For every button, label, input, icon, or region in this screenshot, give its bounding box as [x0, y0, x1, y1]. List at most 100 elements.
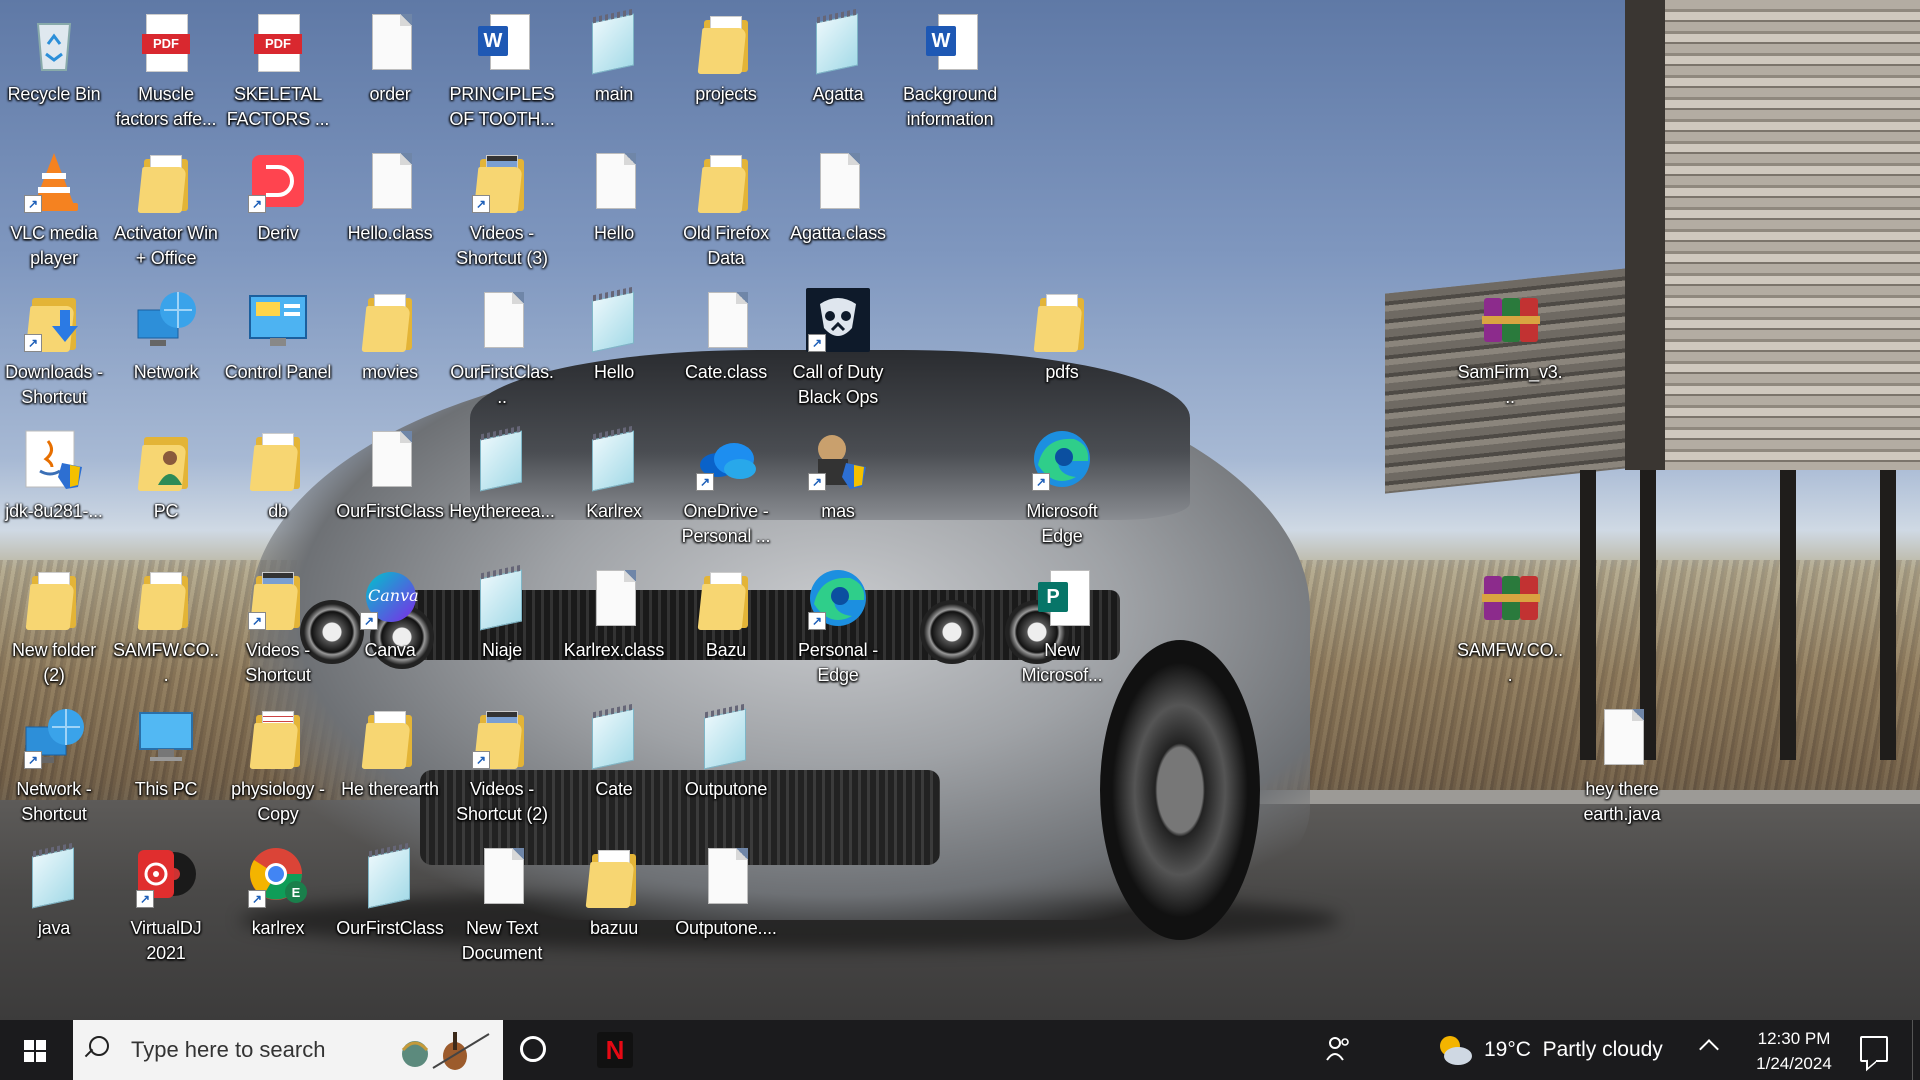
desktop-icon[interactable]: Network [112, 282, 220, 418]
desktop-icon[interactable]: Canva ↗ Canva [336, 560, 444, 696]
video-folder-icon: ↗ [246, 566, 310, 630]
desktop-icon[interactable]: OurFirstClass [336, 838, 444, 974]
notification-center-icon[interactable] [1860, 1036, 1888, 1062]
desktop-icon[interactable]: ↗ mas [784, 421, 892, 557]
desktop-icon[interactable]: Hello [560, 143, 668, 279]
desktop-icon[interactable]: physiology - Copy [224, 699, 332, 835]
notepad-file-icon [694, 705, 758, 770]
desktop-icon[interactable]: Karlrex [560, 421, 668, 557]
desktop-icon[interactable]: PC [112, 421, 220, 557]
desktop-icon[interactable]: ↗ VLC media player [0, 143, 108, 279]
desktop-icon-label: projects [695, 84, 757, 104]
desktop-icon[interactable]: Old Firefox Data [672, 143, 780, 279]
shortcut-arrow-icon: ↗ [24, 195, 42, 213]
folder-icon [246, 427, 310, 491]
desktop-icon[interactable]: W PRINCIPLES OF TOOTH... [448, 4, 556, 140]
desktop-icon[interactable]: New folder (2) [0, 560, 108, 696]
notepad-file-icon [582, 10, 646, 75]
desktop-icon[interactable]: SAMFW.CO... [112, 560, 220, 696]
people-icon[interactable] [1325, 1034, 1351, 1064]
desktop-icon[interactable]: W Background information [896, 4, 1004, 140]
desktop-icon[interactable]: ↗ OneDrive - Personal ... [672, 421, 780, 557]
taskbar-clock[interactable]: 12:30 PM 1/24/2024 [1740, 1026, 1848, 1076]
folder-icon [694, 10, 758, 74]
chevron-up-icon[interactable] [1699, 1039, 1719, 1059]
desktop-icon[interactable]: ↗ Videos - Shortcut [224, 560, 332, 696]
desktop-icon[interactable]: Heythereea... [448, 421, 556, 557]
desktop-icon[interactable]: OurFirstClas... [448, 282, 556, 418]
desktop-icon[interactable]: OurFirstClass [336, 421, 444, 557]
desktop-icon-label: main [594, 84, 634, 104]
desktop-icon-label: Old Firefox Data [683, 223, 769, 268]
desktop-icon-label: hey there earth.java [1583, 779, 1661, 824]
desktop-icon-label: mas [821, 501, 855, 521]
desktop-icon[interactable]: Niaje [448, 560, 556, 696]
desktop-icon[interactable]: Cate [560, 699, 668, 835]
desktop-icon[interactable]: Hello.class [336, 143, 444, 279]
shortcut-arrow-icon: ↗ [360, 612, 378, 630]
desktop-icon[interactable]: This PC [112, 699, 220, 835]
shortcut-arrow-icon: ↗ [24, 334, 42, 352]
weather-readout[interactable]: 19°C Partly cloudy [1484, 1038, 1663, 1062]
desktop-icon[interactable]: db [224, 421, 332, 557]
desktop-icon[interactable]: ↗ Downloads - Shortcut [0, 282, 108, 418]
desktop-icon-label: movies [362, 362, 418, 382]
desktop-icon[interactable]: java [0, 838, 108, 974]
desktop-icon[interactable]: PDF SKELETAL FACTORS ... [224, 4, 332, 140]
desktop-icon[interactable]: Outputone.... [672, 838, 780, 974]
desktop-icon[interactable]: bazuu [560, 838, 668, 974]
desktop-icon-label: Deriv [257, 223, 299, 243]
desktop-icon-label: Downloads - Shortcut [5, 362, 103, 407]
desktop-icon[interactable]: Agatta.class [784, 143, 892, 279]
this-pc-icon [134, 705, 198, 769]
desktop-icon[interactable]: SAMFW.CO... [1456, 560, 1564, 696]
desktop-icon[interactable]: P New Microsof... [1008, 560, 1116, 696]
taskbar-search-box[interactable]: Type here to search [73, 1020, 503, 1080]
notepad-file-icon [582, 427, 646, 492]
desktop-icon[interactable]: ↗ Personal - Edge [784, 560, 892, 696]
desktop-icon[interactable]: ↗ Videos - Shortcut (3) [448, 143, 556, 279]
desktop-icon[interactable]: ↗ Videos - Shortcut (2) [448, 699, 556, 835]
desktop-icon-label: New Microsof... [1021, 640, 1103, 685]
desktop-icon[interactable]: PDF Muscle factors affe... [112, 4, 220, 140]
desktop-icon[interactable]: Cate.class [672, 282, 780, 418]
desktop-icon[interactable]: Control Panel [224, 282, 332, 418]
desktop-icon[interactable]: Hello [560, 282, 668, 418]
desktop-icon[interactable]: Outputone [672, 699, 780, 835]
desktop-icon[interactable]: hey there earth.java [1568, 699, 1676, 835]
text-file-icon [358, 149, 422, 213]
desktop-icon[interactable]: Bazu [672, 560, 780, 696]
desktop-icon[interactable]: He therearth [336, 699, 444, 835]
desktop-icon[interactable]: ↗ VirtualDJ 2021 [112, 838, 220, 974]
desktop-icon[interactable]: E ↗ karlrex [224, 838, 332, 974]
desktop-icon[interactable]: order [336, 4, 444, 140]
desktop-icon[interactable]: Agatta [784, 4, 892, 140]
partly-cloudy-icon[interactable] [1432, 1030, 1476, 1070]
desktop-icon[interactable]: jdk-8u281-... [0, 421, 108, 557]
netflix-icon[interactable]: N [597, 1032, 633, 1068]
desktop-icon[interactable]: Recycle Bin [0, 4, 108, 140]
desktop-icon[interactable]: ↗ Microsoft Edge [1008, 421, 1116, 557]
control-panel-icon [246, 288, 310, 352]
desktop-icon[interactable]: main [560, 4, 668, 140]
folder-icon [358, 288, 422, 352]
shortcut-arrow-icon: ↗ [808, 612, 826, 630]
folder-icon [358, 705, 422, 769]
desktop-icon[interactable]: New Text Document [448, 838, 556, 974]
desktop-icon[interactable]: Activator Win + Office [112, 143, 220, 279]
start-button[interactable] [0, 1020, 72, 1080]
show-desktop-button[interactable] [1912, 1020, 1913, 1080]
desktop-icon[interactable]: SamFirm_v3... [1456, 282, 1564, 418]
notepad-file-icon [806, 10, 870, 75]
desktop-icon-label: Karlrex [586, 501, 642, 521]
desktop-icon[interactable]: movies [336, 282, 444, 418]
cortana-icon[interactable] [520, 1036, 546, 1062]
desktop-icon[interactable]: pdfs [1008, 282, 1116, 418]
desktop-icon[interactable]: ↗ Network - Shortcut [0, 699, 108, 835]
desktop-icon[interactable]: projects [672, 4, 780, 140]
desktop-icon[interactable]: ↗ Call of Duty Black Ops [784, 282, 892, 418]
text-file-icon [694, 844, 758, 908]
desktop-icon[interactable]: Karlrex.class [560, 560, 668, 696]
network-icon: ↗ [22, 705, 86, 769]
desktop-icon[interactable]: ↗ Deriv [224, 143, 332, 279]
